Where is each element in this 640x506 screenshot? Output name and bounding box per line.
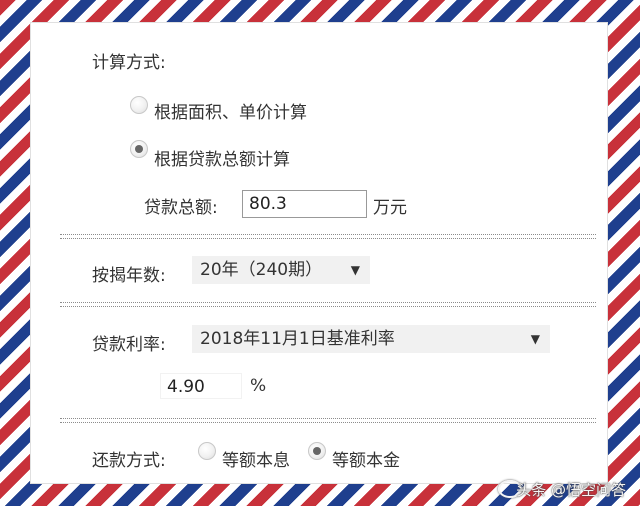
radio-equal-principal-label[interactable]: 等额本金 (332, 446, 400, 471)
section-divider (60, 418, 596, 423)
watermark-text: 头条 @悟空问答 (516, 481, 626, 499)
loan-calculator-form: 计算方式: 根据面积、单价计算 根据贷款总额计算 贷款总额: 80.3 万元 按… (30, 22, 608, 484)
repayment-method-label: 还款方式: (92, 451, 166, 471)
radio-equal-installment[interactable] (198, 442, 216, 460)
mortgage-years-label: 按揭年数: (92, 266, 166, 286)
section-divider (60, 234, 596, 239)
triangle-down-icon: ▼ (350, 263, 360, 277)
interest-rate-select[interactable]: 2018年11月1日基准利率 ▼ (192, 325, 550, 353)
interest-rate-unit: % (250, 376, 267, 396)
radio-by-area-price-label[interactable]: 根据面积、单价计算 (154, 98, 307, 123)
radio-by-loan-total-label[interactable]: 根据贷款总额计算 (154, 145, 290, 170)
triangle-down-icon: ▼ (530, 332, 540, 346)
radio-by-area-price[interactable] (130, 96, 148, 114)
radio-equal-principal[interactable] (308, 442, 326, 460)
loan-total-label: 贷款总额: (144, 198, 218, 218)
mortgage-years-select[interactable]: 20年（240期） ▼ (192, 256, 370, 284)
radio-by-loan-total[interactable] (130, 140, 148, 158)
interest-rate-input[interactable]: 4.90 (160, 373, 242, 399)
section-divider (60, 302, 596, 307)
calc-method-label: 计算方式: (92, 53, 166, 73)
radio-equal-installment-label[interactable]: 等额本息 (222, 446, 290, 471)
mortgage-years-value: 20年（240期） (200, 260, 323, 280)
loan-total-unit: 万元 (373, 198, 407, 218)
interest-rate-selected: 2018年11月1日基准利率 (200, 329, 395, 349)
loan-total-input[interactable]: 80.3 (242, 190, 367, 218)
interest-rate-label: 贷款利率: (92, 335, 166, 355)
